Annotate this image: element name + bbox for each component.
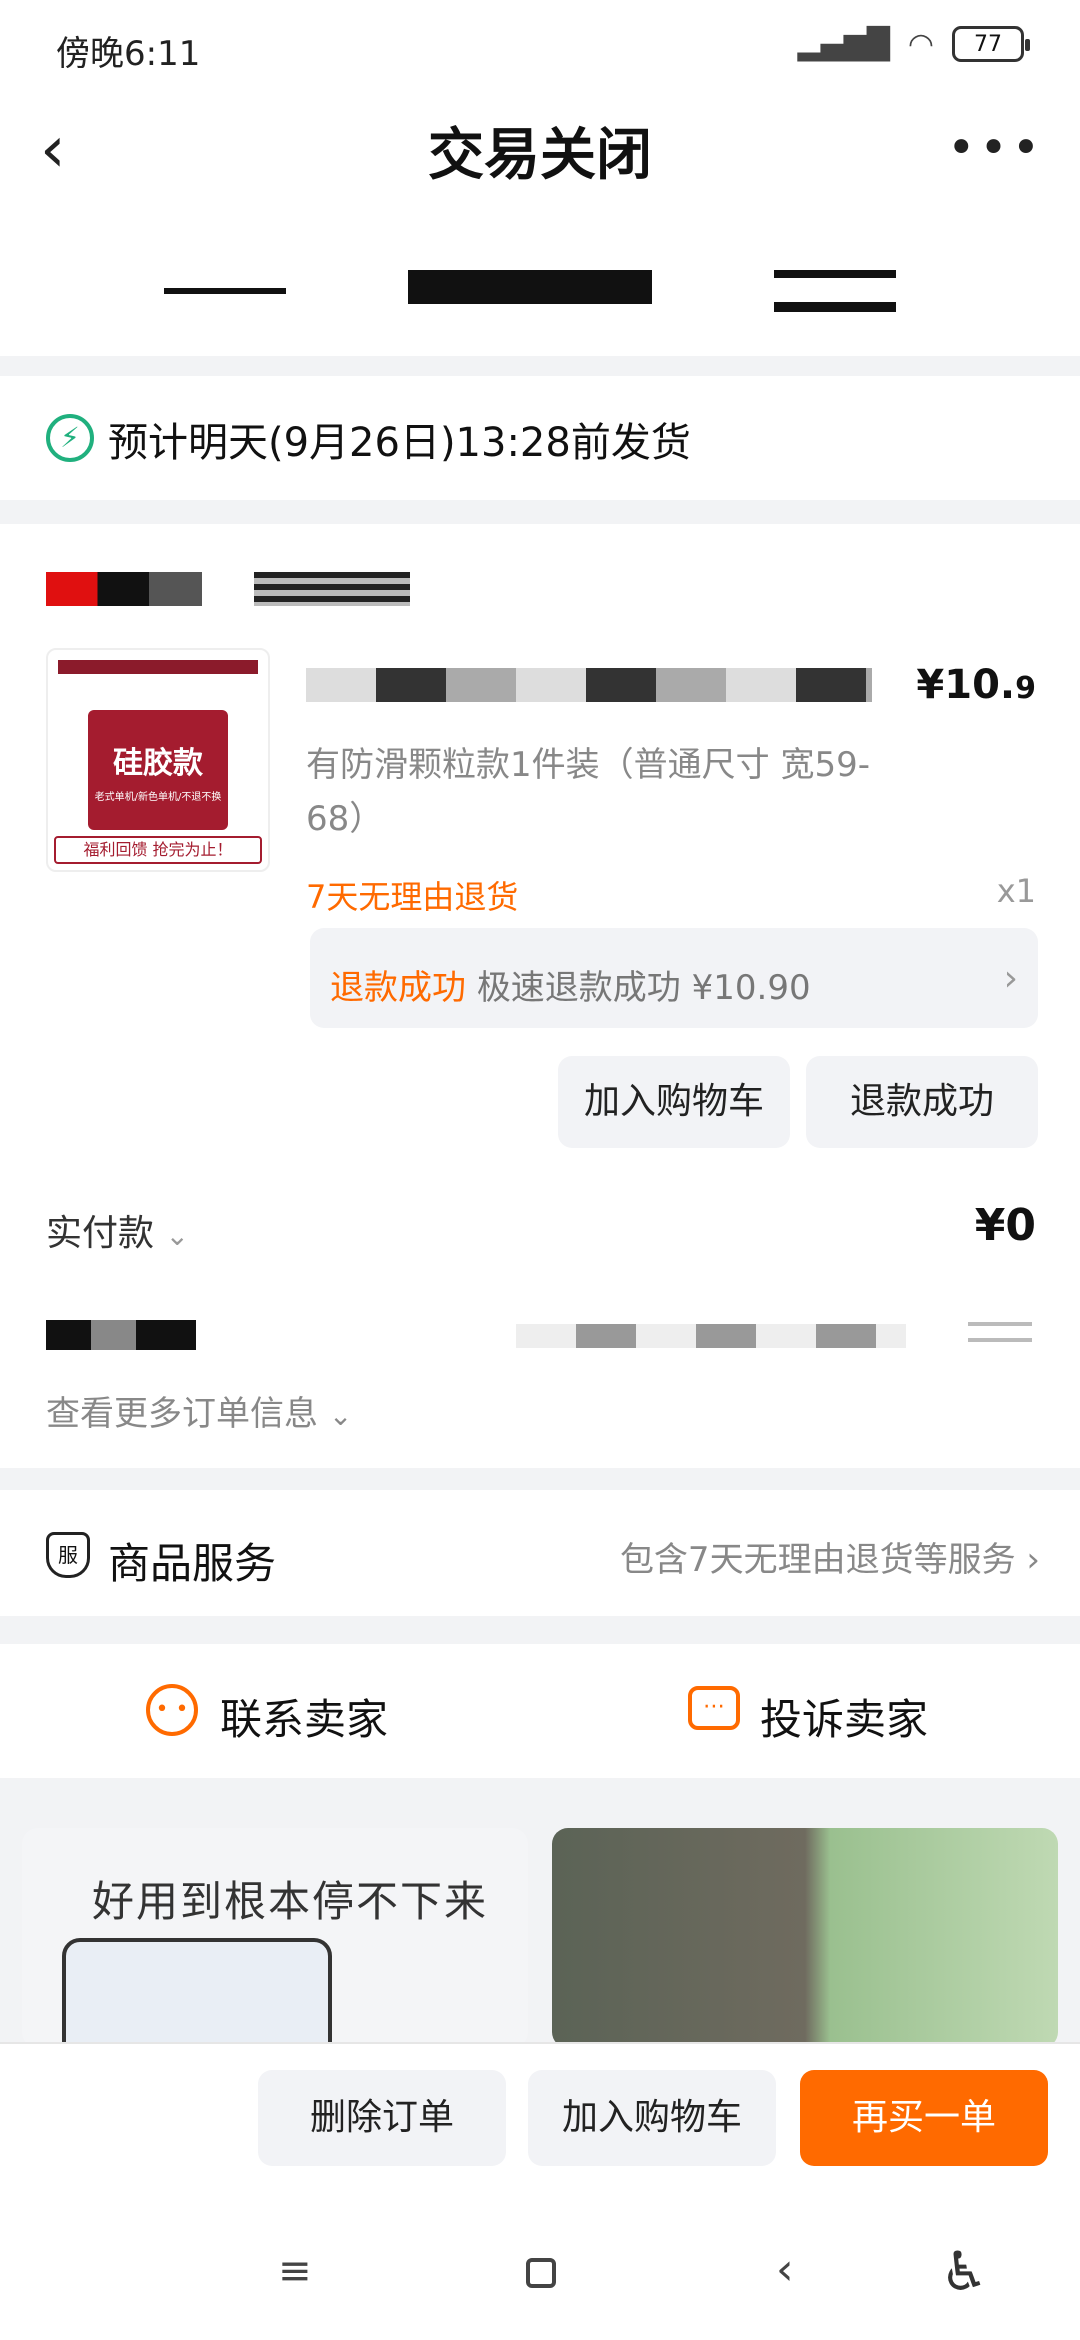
status-icons: ▂▄▆█ ◠ 77 xyxy=(797,26,1030,62)
home-icon[interactable] xyxy=(526,2258,556,2288)
delete-order-button[interactable]: 删除订单 xyxy=(258,2070,506,2166)
shipping-estimate: 预计明天(9月26日)13:28前发货 xyxy=(108,420,691,466)
redacted-bar xyxy=(774,270,896,278)
menu-icon[interactable]: ≡ xyxy=(278,2248,312,2294)
redacted-bar xyxy=(774,302,896,312)
refund-status: 退款成功 xyxy=(330,968,466,1008)
thumb-banner: 福利回馈 抢完为止！ xyxy=(54,836,262,864)
chevron-down-icon: ⌄ xyxy=(165,1219,189,1252)
service-info[interactable]: 包含7天无理由退货等服务 › xyxy=(620,1532,1040,1581)
battery-icon: 77 xyxy=(952,26,1030,62)
rebuy-button[interactable]: 再买一单 xyxy=(800,2070,1048,2166)
thumb-header xyxy=(58,660,258,674)
add-cart-bottom-button[interactable]: 加入购物车 xyxy=(528,2070,776,2166)
order-number-redacted xyxy=(46,1320,196,1350)
service-label: 商品服务 xyxy=(108,1539,277,1588)
signal-icon: ▂▄▆█ xyxy=(797,26,890,62)
chevron-right-icon: › xyxy=(1026,1540,1040,1580)
recommend-card[interactable] xyxy=(552,1828,1058,2048)
refund-status-text: 退款成功 极速退款成功 ¥10.90 xyxy=(330,960,811,1009)
price-main: ¥10. xyxy=(916,662,1016,708)
wifi-icon: ◠ xyxy=(907,26,934,62)
recommend-image xyxy=(62,1938,332,2048)
thumb-main-text: 硅胶款 xyxy=(113,746,203,781)
return-policy: 7天无理由退货 xyxy=(306,878,519,916)
shop-logo xyxy=(46,572,202,606)
more-order-info[interactable]: 查看更多订单信息 ⌄ xyxy=(46,1386,352,1435)
product-bag: 硅胶款 老式单机/新色单机/不退不换 xyxy=(88,710,228,830)
lightning-icon: ⚡ xyxy=(46,414,94,462)
redacted-bar xyxy=(408,270,652,304)
copy-icon[interactable] xyxy=(968,1322,1032,1342)
add-cart-button[interactable]: 加入购物车 xyxy=(558,1056,790,1148)
complain-seller-button[interactable]: 投诉卖家 xyxy=(760,1686,928,1747)
more-icon[interactable]: ••• xyxy=(947,120,1044,176)
product-spec: 有防滑颗粒款1件装（普通尺寸 宽59-68） xyxy=(306,745,870,839)
product-price: ¥10.9 xyxy=(916,662,1036,708)
more-info-text: 查看更多订单信息 xyxy=(46,1394,318,1434)
price-decimal: 9 xyxy=(1015,671,1036,706)
recommend-text: 好用到根本停不下来 xyxy=(92,1877,489,1926)
page-title: 交易关闭 xyxy=(428,123,652,188)
refund-detail: 极速退款成功 ¥10.90 xyxy=(476,968,811,1008)
status-time: 傍晚6:11 xyxy=(56,34,201,74)
paid-label[interactable]: 实付款 ⌄ xyxy=(46,1204,189,1256)
contact-seller-button[interactable]: 联系卖家 xyxy=(220,1686,388,1747)
shield-icon: 服 xyxy=(46,1532,90,1578)
recommend-card[interactable]: 好用到根本停不下来 xyxy=(22,1828,528,2048)
order-info-redacted xyxy=(516,1324,906,1348)
service-info-text: 包含7天无理由退货等服务 xyxy=(619,1540,1016,1580)
refund-success-button[interactable]: 退款成功 xyxy=(806,1056,1038,1148)
redacted-bar xyxy=(164,288,286,294)
chevron-down-icon: ⌄ xyxy=(328,1399,353,1432)
seller-chat-icon[interactable]: • • xyxy=(146,1684,198,1736)
complain-icon[interactable]: ⋯ xyxy=(688,1686,740,1730)
paid-label-text: 实付款 xyxy=(46,1213,155,1254)
quantity: x1 xyxy=(996,872,1036,910)
product-image[interactable]: 硅胶款 老式单机/新色单机/不退不换 福利回馈 抢完为止！ xyxy=(46,648,270,872)
thumb-sub-text: 老式单机/新色单机/不退不换 xyxy=(94,792,222,803)
paid-value: ¥0 xyxy=(974,1200,1036,1251)
product-title-redacted[interactable] xyxy=(306,668,872,702)
accessibility-icon[interactable]: ♿ xyxy=(940,2240,988,2303)
nav-back-icon[interactable]: ‹ xyxy=(776,2244,794,2295)
shop-name-redacted xyxy=(254,572,410,606)
chevron-right-icon: › xyxy=(1003,958,1018,999)
